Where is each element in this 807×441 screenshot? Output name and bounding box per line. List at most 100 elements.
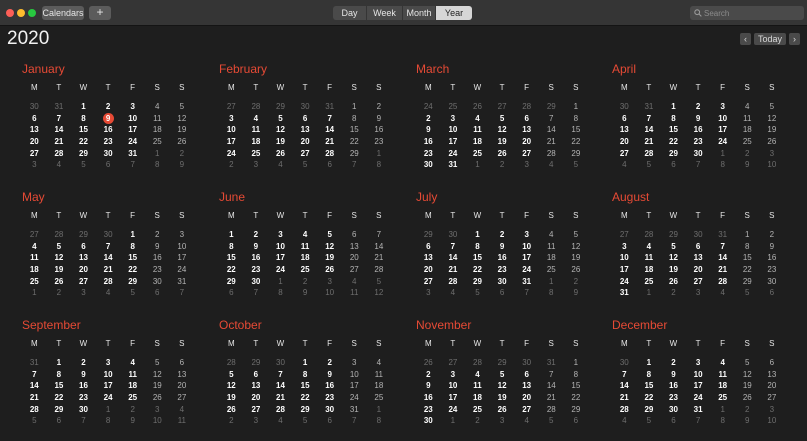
day-cell[interactable]: 23 — [416, 148, 441, 160]
day-cell[interactable]: 2 — [735, 404, 760, 416]
day-cell[interactable]: 11 — [465, 380, 490, 392]
day-cell[interactable]: 1 — [710, 148, 735, 160]
day-cell[interactable]: 19 — [145, 380, 170, 392]
day-cell[interactable]: 6 — [514, 113, 539, 125]
day-cell[interactable]: 8 — [637, 369, 662, 381]
day-cell[interactable]: 2 — [367, 101, 392, 113]
day-cell[interactable]: 3 — [514, 229, 539, 241]
day-cell[interactable]: 7 — [170, 287, 195, 299]
day-cell[interactable]: 16 — [490, 252, 515, 264]
day-cell[interactable]: 8 — [342, 113, 367, 125]
day-cell[interactable]: 13 — [514, 124, 539, 136]
day-cell[interactable]: 12 — [490, 124, 515, 136]
day-cell[interactable]: 6 — [661, 159, 686, 171]
day-cell[interactable]: 2 — [244, 229, 269, 241]
day-cell[interactable]: 18 — [637, 264, 662, 276]
day-cell[interactable]: 2 — [71, 357, 96, 369]
day-cell[interactable]: 2 — [416, 369, 441, 381]
day-cell[interactable]: 6 — [342, 229, 367, 241]
day-cell[interactable]: 29 — [637, 404, 662, 416]
day-cell[interactable]: 16 — [244, 252, 269, 264]
day-cell[interactable]: 16 — [760, 252, 785, 264]
day-cell[interactable]: 7 — [539, 113, 564, 125]
day-cell[interactable]: 3 — [686, 357, 711, 369]
day-cell[interactable]: 25 — [120, 392, 145, 404]
day-cell[interactable]: 6 — [612, 113, 637, 125]
day-cell[interactable]: 3 — [490, 415, 515, 427]
day-cell[interactable]: 30 — [96, 148, 121, 160]
day-cell[interactable]: 12 — [367, 287, 392, 299]
day-cell[interactable]: 17 — [342, 380, 367, 392]
day-cell[interactable]: 5 — [490, 113, 515, 125]
day-cell[interactable]: 16 — [317, 380, 342, 392]
day-cell[interactable]: 23 — [490, 264, 515, 276]
day-cell[interactable]: 9 — [416, 124, 441, 136]
day-cell[interactable]: 20 — [686, 264, 711, 276]
day-cell[interactable]: 1 — [219, 229, 244, 241]
day-cell[interactable]: 9 — [760, 241, 785, 253]
day-cell[interactable]: 5 — [293, 415, 318, 427]
day-cell[interactable]: 4 — [514, 415, 539, 427]
day-cell[interactable]: 13 — [170, 369, 195, 381]
day-cell[interactable]: 9 — [564, 287, 589, 299]
day-cell[interactable]: 10 — [514, 241, 539, 253]
day-cell[interactable]: 29 — [539, 101, 564, 113]
day-cell[interactable]: 4 — [465, 369, 490, 381]
month-name[interactable]: August — [612, 190, 784, 204]
day-cell[interactable]: 7 — [71, 415, 96, 427]
day-cell[interactable]: 20 — [416, 264, 441, 276]
day-cell[interactable]: 15 — [120, 252, 145, 264]
day-cell[interactable]: 11 — [244, 124, 269, 136]
day-cell[interactable]: 6 — [661, 415, 686, 427]
search-field[interactable] — [690, 6, 804, 20]
day-cell[interactable]: 31 — [22, 357, 47, 369]
day-cell[interactable]: 25 — [710, 392, 735, 404]
day-cell[interactable]: 27 — [170, 392, 195, 404]
day-cell[interactable]: 2 — [564, 276, 589, 288]
day-cell[interactable]: 8 — [564, 113, 589, 125]
day-cell[interactable]: 25 — [735, 136, 760, 148]
day-cell[interactable]: 7 — [514, 287, 539, 299]
day-cell[interactable]: 29 — [71, 229, 96, 241]
day-cell[interactable]: 13 — [760, 369, 785, 381]
day-cell[interactable]: 30 — [514, 357, 539, 369]
day-cell[interactable]: 1 — [367, 404, 392, 416]
day-cell[interactable]: 31 — [47, 101, 72, 113]
day-cell[interactable]: 5 — [22, 415, 47, 427]
minimize-window-button[interactable] — [17, 9, 25, 17]
day-cell[interactable]: 12 — [145, 369, 170, 381]
day-cell[interactable]: 9 — [661, 369, 686, 381]
day-cell[interactable]: 1 — [367, 148, 392, 160]
day-cell[interactable]: 24 — [416, 101, 441, 113]
day-cell[interactable]: 27 — [219, 101, 244, 113]
day-cell[interactable]: 19 — [760, 124, 785, 136]
day-cell[interactable]: 2 — [760, 229, 785, 241]
day-cell[interactable]: 6 — [96, 159, 121, 171]
day-cell[interactable]: 11 — [293, 241, 318, 253]
day-cell[interactable]: 28 — [612, 404, 637, 416]
day-cell[interactable]: 3 — [342, 357, 367, 369]
day-cell[interactable]: 30 — [441, 229, 466, 241]
day-cell[interactable]: 30 — [760, 276, 785, 288]
day-cell[interactable]: 20 — [22, 136, 47, 148]
day-cell[interactable]: 3 — [710, 101, 735, 113]
day-cell[interactable]: 18 — [244, 136, 269, 148]
day-cell[interactable]: 13 — [612, 124, 637, 136]
day-cell[interactable]: 22 — [564, 392, 589, 404]
month-name[interactable]: February — [219, 62, 391, 76]
day-cell[interactable]: 30 — [612, 357, 637, 369]
day-cell[interactable]: 11 — [465, 124, 490, 136]
day-cell[interactable]: 29 — [564, 148, 589, 160]
day-cell[interactable]: 6 — [760, 287, 785, 299]
day-cell[interactable]: 1 — [145, 148, 170, 160]
day-cell[interactable]: 4 — [170, 404, 195, 416]
day-cell[interactable]: 5 — [293, 159, 318, 171]
month-november[interactable]: November M T W T F S S 26 27 28 29 30 31 1 2 3 4 5 6 7 8 9 10 11… — [416, 318, 588, 427]
day-cell[interactable]: 7 — [317, 113, 342, 125]
day-cell[interactable]: 30 — [317, 404, 342, 416]
day-cell[interactable]: 26 — [416, 357, 441, 369]
day-cell[interactable]: 2 — [293, 276, 318, 288]
day-cell[interactable]: 14 — [539, 124, 564, 136]
day-cell[interactable]: 18 — [293, 252, 318, 264]
day-cell[interactable]: 25 — [637, 276, 662, 288]
